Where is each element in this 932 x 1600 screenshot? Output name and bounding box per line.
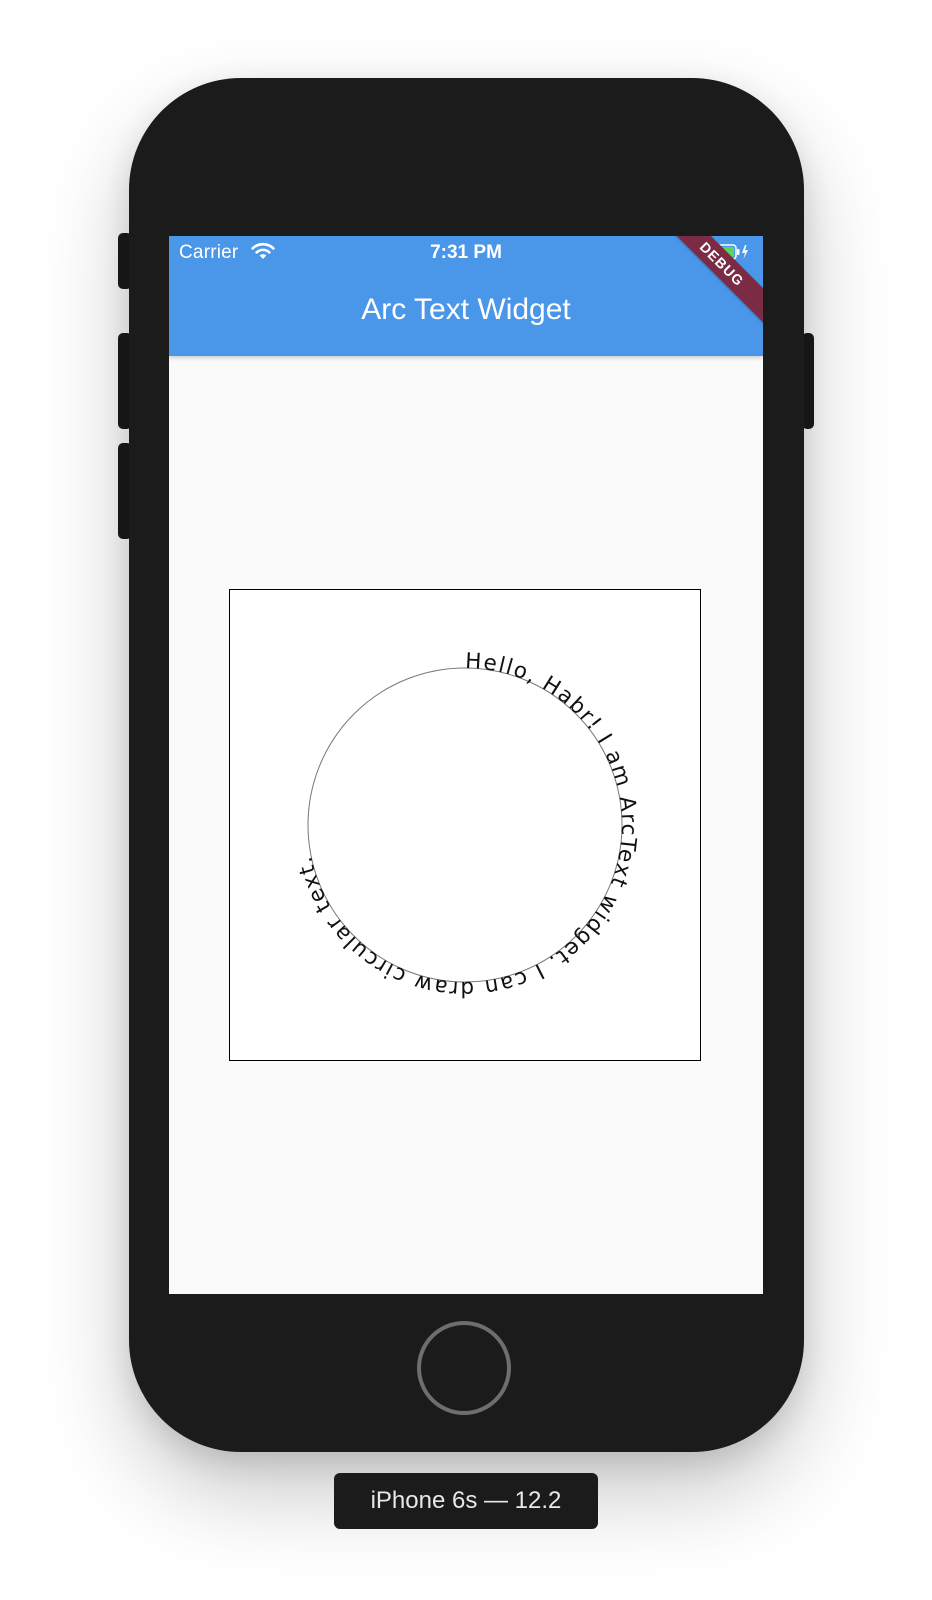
arc-text-canvas: Hello, Habr! I am ArcText widget. I can … bbox=[292, 649, 641, 1001]
simulator-stage: Carrier 7:31 PM Arc Text Widget DEBUG He… bbox=[0, 0, 932, 1600]
app-bar: Carrier 7:31 PM Arc Text Widget bbox=[169, 236, 763, 356]
device-label: iPhone 6s — 12.2 bbox=[334, 1473, 598, 1529]
home-button[interactable] bbox=[417, 1321, 511, 1415]
page-title: Arc Text Widget bbox=[361, 293, 571, 326]
app-screen: Carrier 7:31 PM Arc Text Widget DEBUG He… bbox=[169, 236, 763, 1294]
status-time: 7:31 PM bbox=[430, 242, 502, 263]
arc-text-container: Hello, Habr! I am ArcText widget. I can … bbox=[229, 589, 701, 1061]
arc-text-path: Hello, Habr! I am ArcText widget. I can … bbox=[292, 649, 639, 1001]
arc-text: Hello, Habr! I am ArcText widget. I can … bbox=[292, 649, 641, 1001]
